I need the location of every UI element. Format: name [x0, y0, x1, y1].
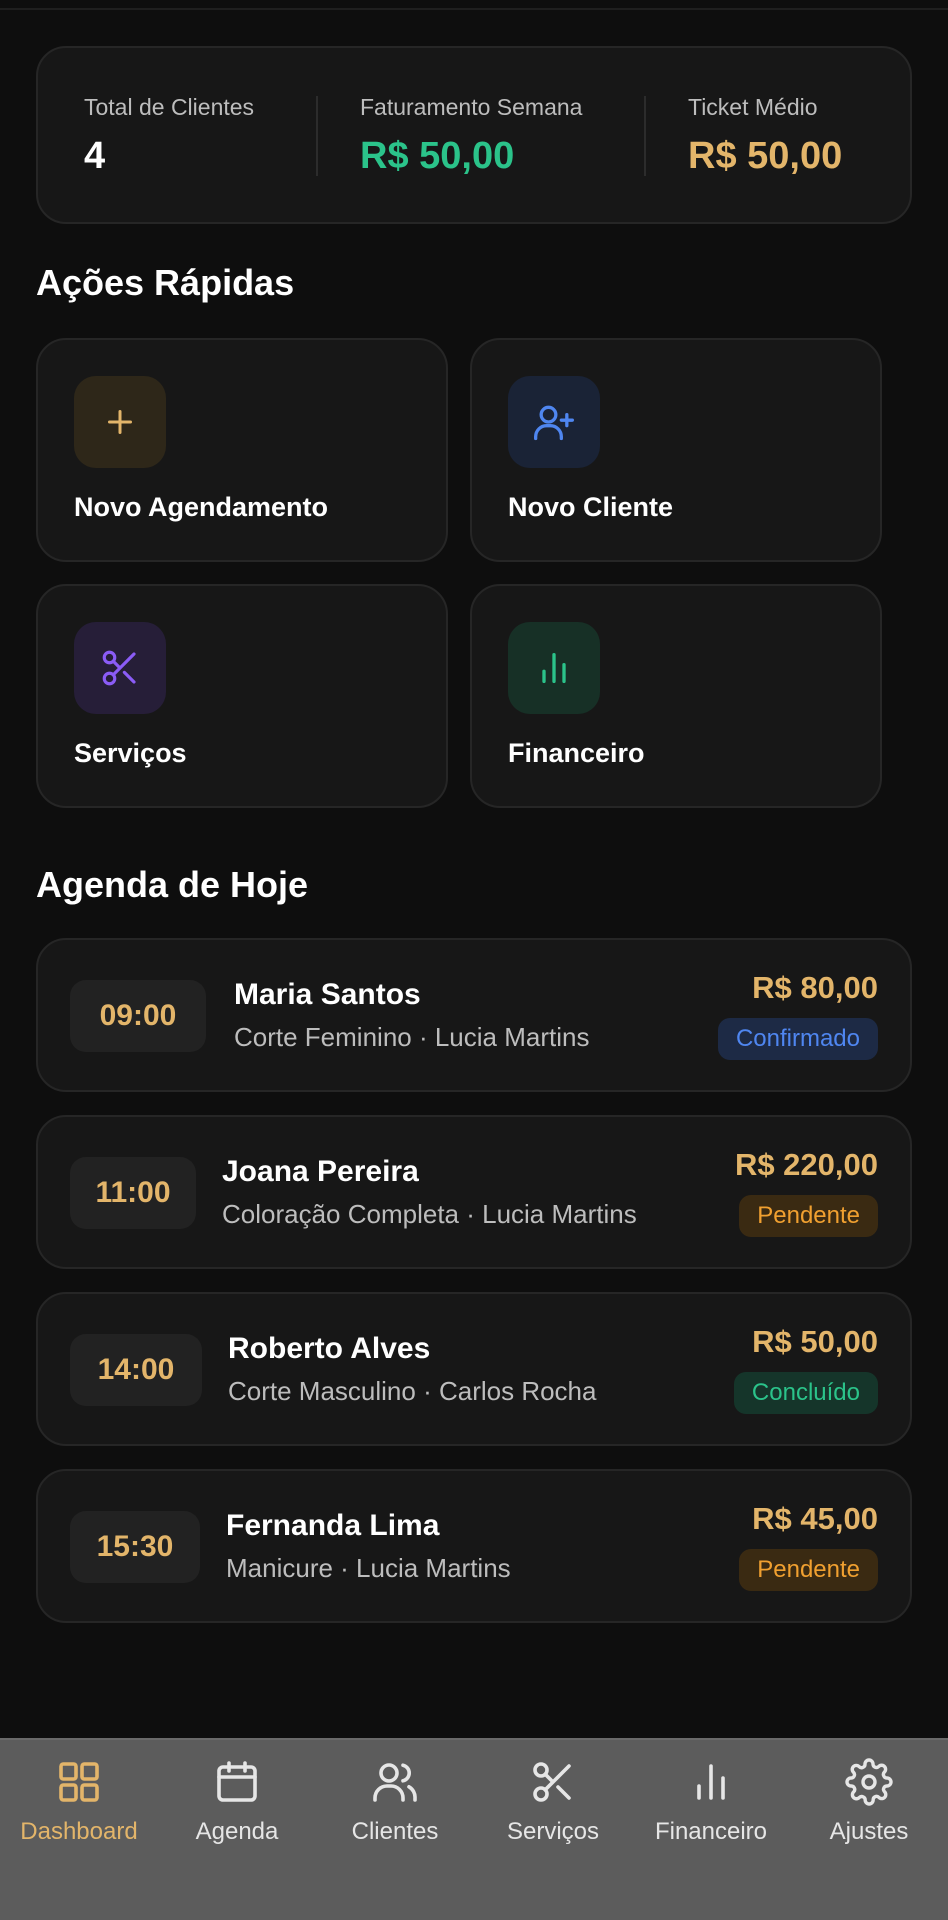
bar-chart-icon	[697, 1764, 725, 1800]
bottom-nav: Dashboard Agenda Clientes Serviços Finan…	[0, 1738, 948, 1920]
appointment-time: 15:30	[70, 1511, 200, 1583]
stat-total-clients: Total de Clientes 4	[84, 94, 254, 178]
stat-label: Faturamento Semana	[360, 94, 583, 120]
appointment-time: 11:00	[70, 1157, 196, 1229]
appointment-detail: Coloração Completa · Lucia Martins	[222, 1199, 637, 1229]
plus-icon	[74, 376, 166, 468]
stat-value: R$ 50,00	[360, 135, 515, 177]
appointment-price: R$ 220,00	[734, 1147, 878, 1182]
status-badge: Pendente	[739, 1549, 878, 1591]
nav-financial[interactable]: Financeiro	[632, 1758, 790, 1868]
nav-label: Dashboard	[20, 1818, 138, 1845]
appointment-price: R$ 45,00	[752, 1501, 878, 1536]
quick-action-label: Financeiro	[508, 738, 645, 768]
nav-label: Serviços	[506, 1818, 600, 1845]
appointment-client: Roberto Alves	[228, 1332, 431, 1365]
stat-divider	[644, 96, 646, 176]
appointment-detail: Corte Masculino · Carlos Rocha	[228, 1376, 597, 1406]
appointment-time: 14:00	[70, 1334, 202, 1406]
quick-action-new-appointment[interactable]: Novo Agendamento	[36, 338, 448, 562]
gear-icon	[845, 1758, 893, 1806]
appointment-price: R$ 80,00	[752, 970, 878, 1005]
appointment-time: 09:00	[70, 980, 206, 1052]
stat-divider	[316, 96, 318, 176]
stats-card: Total de Clientes 4 Faturamento Semana R…	[36, 46, 912, 224]
nav-label: Financeiro	[654, 1818, 768, 1845]
bar-chart-icon	[508, 622, 600, 714]
nav-dashboard[interactable]: Dashboard	[0, 1758, 158, 1868]
status-badge: Confirmado	[717, 1018, 878, 1060]
stat-value: R$ 50,00	[688, 135, 843, 177]
appointment-client: Maria Santos	[234, 978, 421, 1011]
quick-action-services[interactable]: Serviços	[36, 584, 448, 808]
stat-value: 4	[84, 135, 106, 177]
appointment-card[interactable]: 09:00 Maria Santos Corte Feminino · Luci…	[36, 938, 912, 1092]
appointment-client: Joana Pereira	[222, 1155, 419, 1188]
nav-label: Ajustes	[829, 1818, 909, 1845]
users-icon	[373, 1763, 417, 1802]
nav-services[interactable]: Serviços	[474, 1758, 632, 1868]
grid-icon	[59, 1762, 99, 1802]
stat-label: Ticket Médio	[688, 94, 818, 120]
quick-action-label: Novo Cliente	[508, 492, 674, 522]
stat-weekly-revenue: Faturamento Semana R$ 50,00	[360, 94, 582, 178]
appointment-detail: Manicure · Lucia Martins	[226, 1553, 511, 1583]
quick-action-new-client[interactable]: Novo Cliente	[470, 338, 882, 562]
quick-action-financial[interactable]: Financeiro	[470, 584, 882, 808]
appointment-card[interactable]: 14:00 Roberto Alves Corte Masculino · Ca…	[36, 1292, 912, 1446]
agenda-title: Agenda de Hoje	[36, 864, 309, 905]
quick-action-label: Novo Agendamento	[74, 492, 329, 522]
scissors-icon	[74, 622, 166, 714]
user-plus-icon	[508, 376, 600, 468]
status-badge: Concluído	[733, 1372, 878, 1414]
appointment-client: Fernanda Lima	[226, 1509, 440, 1542]
stat-average-ticket: Ticket Médio R$ 50,00	[688, 94, 842, 178]
dashboard-page: Total de Clientes 4 Faturamento Semana R…	[0, 0, 948, 1740]
appointment-card[interactable]: 15:30 Fernanda Lima Manicure · Lucia Mar…	[36, 1469, 912, 1623]
appointment-card[interactable]: 11:00 Joana Pereira Coloração Completa ·…	[36, 1115, 912, 1269]
stat-label: Total de Clientes	[84, 94, 255, 120]
status-badge: Pendente	[739, 1195, 878, 1237]
nav-agenda[interactable]: Agenda	[158, 1758, 316, 1868]
quick-actions-title: Ações Rápidas	[36, 262, 295, 303]
quick-action-label: Serviços	[74, 738, 187, 768]
nav-label: Agenda	[195, 1818, 279, 1845]
nav-settings[interactable]: Ajustes	[790, 1758, 948, 1868]
scissors-icon	[533, 1762, 571, 1802]
nav-label: Clientes	[351, 1818, 439, 1845]
appointment-detail: Corte Feminino · Lucia Martins	[234, 1022, 590, 1052]
appointment-price: R$ 50,00	[752, 1324, 878, 1359]
calendar-icon	[217, 1761, 257, 1802]
nav-clients[interactable]: Clientes	[316, 1758, 474, 1868]
